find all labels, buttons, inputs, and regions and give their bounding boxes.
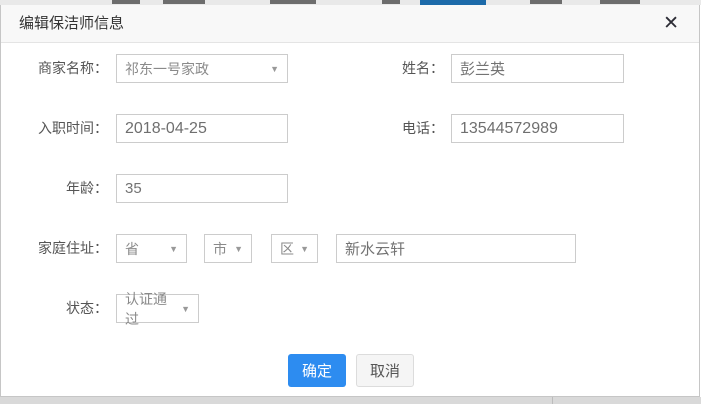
phone-input[interactable] (451, 114, 624, 143)
cancel-button[interactable]: 取消 (356, 354, 414, 387)
province-select-value: 省 (125, 239, 139, 259)
screen: 编辑保洁师信息 ✕ 商家名称： 祁东一号家政 ▼ 姓名： 入职时间： 电话： 年… (0, 0, 701, 404)
chevron-down-icon: ▼ (300, 244, 309, 254)
city-select-value: 市 (213, 239, 227, 259)
entry-date-label: 入职时间： (1, 114, 108, 142)
dialog-header: 编辑保洁师信息 ✕ (1, 5, 699, 43)
province-select[interactable]: 省 ▼ (116, 234, 187, 263)
merchant-select-value: 祁东一号家政 (125, 59, 209, 79)
age-input[interactable] (116, 174, 288, 203)
background-text-fragment (530, 0, 562, 4)
status-label: 状态： (1, 294, 108, 322)
background-table-divider (552, 397, 553, 404)
phone-label: 电话： (341, 114, 444, 142)
confirm-button[interactable]: 确定 (288, 354, 346, 387)
status-select[interactable]: 认证通过 ▼ (116, 294, 199, 323)
dialog-body: 商家名称： 祁东一号家政 ▼ 姓名： 入职时间： 电话： 年龄： 家庭住址： 省… (1, 43, 699, 396)
merchant-select[interactable]: 祁东一号家政 ▼ (116, 54, 288, 83)
district-select-value: 区 (280, 239, 294, 259)
background-text-fragment (163, 0, 205, 4)
chevron-down-icon: ▼ (270, 64, 279, 74)
close-icon[interactable]: ✕ (663, 12, 679, 36)
age-label: 年龄： (1, 174, 108, 202)
status-select-value: 认证通过 (125, 289, 177, 329)
chevron-down-icon: ▼ (181, 304, 190, 314)
background-text-fragment (270, 0, 316, 4)
address-label: 家庭住址： (1, 234, 108, 262)
entry-date-input[interactable] (116, 114, 288, 143)
edit-cleaner-dialog: 编辑保洁师信息 ✕ 商家名称： 祁东一号家政 ▼ 姓名： 入职时间： 电话： 年… (0, 5, 700, 397)
name-label: 姓名： (341, 54, 444, 82)
dialog-title: 编辑保洁师信息 (1, 5, 124, 43)
chevron-down-icon: ▼ (169, 244, 178, 254)
background-text-fragment (112, 0, 140, 4)
name-input[interactable] (451, 54, 624, 83)
background-bottom-strip (0, 397, 701, 404)
background-text-fragment (600, 0, 640, 4)
district-select[interactable]: 区 ▼ (271, 234, 318, 263)
background-text-fragment (382, 0, 400, 4)
chevron-down-icon: ▼ (234, 244, 243, 254)
address-detail-input[interactable] (336, 234, 576, 263)
city-select[interactable]: 市 ▼ (204, 234, 252, 263)
merchant-label: 商家名称： (1, 54, 108, 82)
